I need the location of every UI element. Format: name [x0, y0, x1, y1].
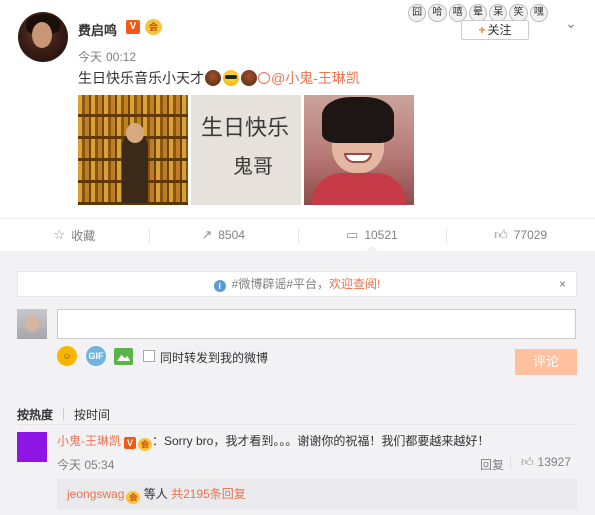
- svg-text:生日快乐: 生日快乐: [201, 116, 289, 141]
- cake-emoji-icon: [205, 70, 221, 86]
- gif-icon[interactable]: GIF: [86, 346, 106, 366]
- vip-badge-icon[interactable]: 会: [138, 438, 152, 451]
- comment-time: 今天 05:34: [57, 458, 115, 472]
- comment-like-count: 13927: [537, 455, 571, 469]
- sub-reply-summary: jeongswag 会 等人 共2195条回复: [57, 479, 577, 509]
- info-icon: i: [213, 280, 226, 292]
- comment-button[interactable]: ▭ 10521: [297, 219, 447, 252]
- commenter-name[interactable]: 小鬼-王琳凯: [57, 434, 121, 448]
- post-photo-handwriting[interactable]: 生日快乐 鬼哥: [191, 95, 301, 205]
- vip-badge-icon: 会: [126, 491, 141, 504]
- verified-badge-icon[interactable]: V: [126, 20, 140, 34]
- comment-sort-tabs: 按热度 按时间: [17, 406, 110, 423]
- reply-button[interactable]: 回复: [480, 456, 504, 473]
- comment-line: 小鬼-王琳凯 V 会：Sorry bro，我才看到。。。谢谢你的祝福！我们都要越来越…: [57, 432, 489, 451]
- close-icon[interactable]: ×: [559, 272, 566, 296]
- sort-by-time-tab[interactable]: 按时间: [74, 406, 110, 423]
- sticker-emoji-icon: 囧: [408, 4, 427, 22]
- comment-text: ：Sorry bro，我才看到。。。谢谢你的祝福！我们都要越来越好！: [152, 434, 490, 448]
- sub-reply-mid: 等人: [143, 487, 168, 501]
- handwriting-image: 生日快乐 鬼哥: [201, 116, 289, 178]
- mention-at-icon: [258, 72, 270, 84]
- repost-checkbox-label[interactable]: 同时转发到我的微博: [160, 349, 268, 366]
- notice-text: #微博辟谣#平台，: [231, 277, 329, 291]
- cake-emoji-icon: [241, 70, 257, 86]
- post-text-body: 生日快乐音乐小天才: [78, 70, 204, 86]
- smile-emoji-icon[interactable]: ☺: [57, 346, 77, 366]
- sticker-emoji-icon: 哈: [428, 4, 447, 22]
- repost-checkbox[interactable]: [143, 350, 155, 362]
- post-photo-portrait[interactable]: [304, 95, 414, 205]
- notice-link[interactable]: 欢迎查阅!: [329, 277, 380, 291]
- weibo-post-card: 费启鸣 V 会 今天 00:12 囧 哈 嘻 晕 呆 笑 嘿 + 关注 ⌄ 生日快乐…: [0, 0, 595, 515]
- rumor-notice-bar: i #微博辟谣#平台，欢迎查阅! ×: [17, 271, 577, 297]
- comment-icon: ▭: [346, 227, 359, 242]
- image-icon[interactable]: [114, 348, 133, 365]
- my-avatar[interactable]: [17, 309, 47, 339]
- comment-like-button[interactable]: 👍︎ 13927: [521, 455, 571, 470]
- thumbs-up-icon: 👍︎: [494, 227, 508, 242]
- post-photo-library[interactable]: [78, 95, 188, 205]
- author-avatar[interactable]: [18, 12, 68, 62]
- plus-icon: +: [478, 23, 486, 37]
- sort-by-hot-tab[interactable]: 按热度: [17, 406, 53, 423]
- post-text: 生日快乐音乐小天才 @小鬼-王琳凯: [78, 68, 360, 88]
- submit-comment-button[interactable]: 评论: [515, 349, 577, 375]
- vip-badge-icon[interactable]: 会: [145, 19, 162, 35]
- favorite-button[interactable]: ☆ 收藏: [0, 219, 149, 251]
- star-icon: ☆: [53, 227, 66, 242]
- comment-input[interactable]: [57, 309, 576, 339]
- post-time-day: 今天: [78, 50, 103, 64]
- thumbs-up-icon: 👍︎: [521, 455, 534, 469]
- comment-action-divider: [510, 457, 511, 469]
- svg-text:鬼哥: 鬼哥: [233, 154, 273, 178]
- post-time[interactable]: 今天 00:12: [78, 48, 136, 65]
- cool-face-emoji-icon: [223, 70, 239, 86]
- post-action-bar: ☆ 收藏 ↗ 8504 ▭ 10521 👍︎ 77029: [0, 218, 595, 252]
- follow-label: 关注: [487, 23, 512, 37]
- sub-reply-user[interactable]: jeongswag: [67, 487, 124, 501]
- sort-divider: [63, 408, 65, 420]
- repost-icon: ↗: [201, 227, 213, 242]
- sort-divider-line: [17, 424, 577, 425]
- author-name[interactable]: 费启鸣: [78, 20, 117, 39]
- mention-link[interactable]: @小鬼-王琳凯: [258, 70, 360, 86]
- verified-badge-icon[interactable]: V: [124, 437, 136, 449]
- commenter-avatar[interactable]: [17, 432, 47, 462]
- sticker-emoji-icon: 嘿: [529, 4, 548, 22]
- repost-button[interactable]: ↗ 8504: [148, 219, 298, 251]
- chevron-down-icon[interactable]: ⌄: [564, 16, 578, 30]
- follow-button[interactable]: + 关注: [461, 20, 529, 40]
- view-all-replies-link[interactable]: 共2195条回复: [171, 487, 246, 501]
- post-time-clock: 00:12: [106, 50, 137, 64]
- like-button[interactable]: 👍︎ 77029: [446, 219, 595, 251]
